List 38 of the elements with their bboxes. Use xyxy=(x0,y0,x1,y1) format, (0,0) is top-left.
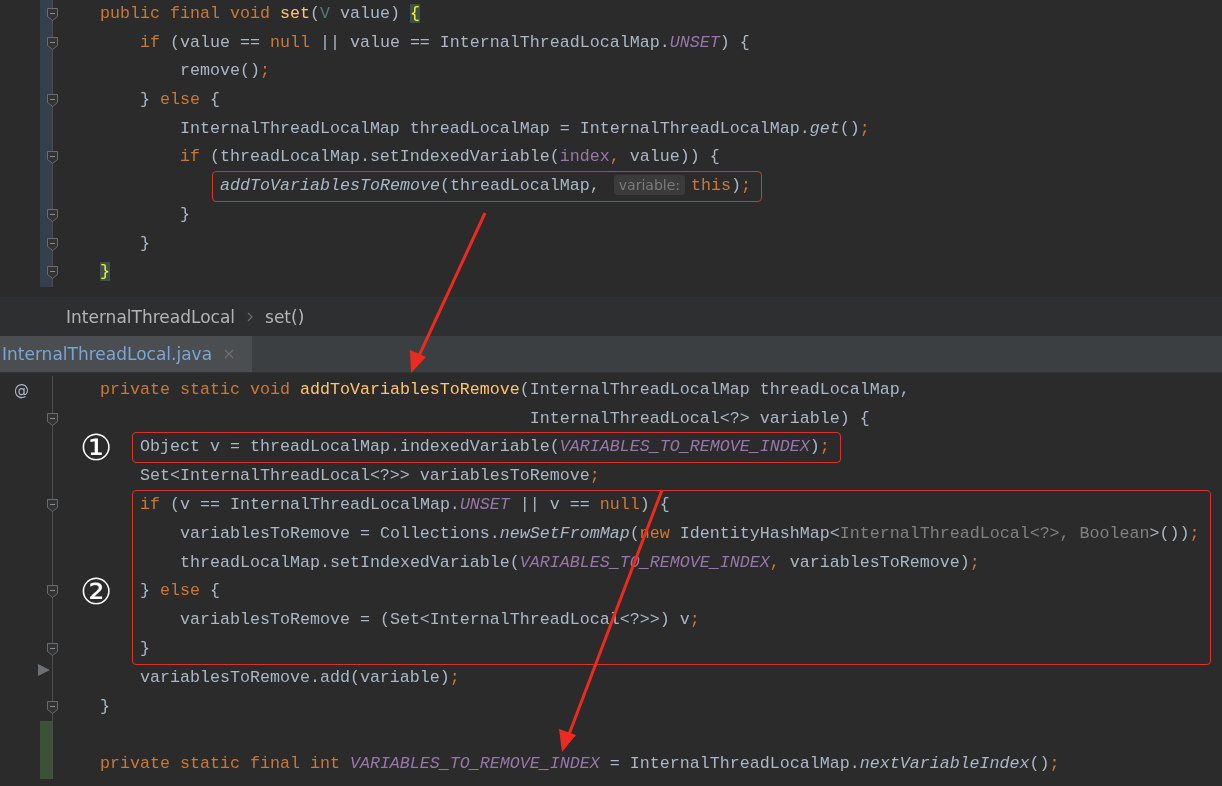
code-line: public final void set(V value) { xyxy=(100,4,420,23)
code-line: if (value == null || value == InternalThreadLocalMap.UNSET) { xyxy=(138,32,750,52)
code-line: private static final int VARIABLES_TO_REMOVE_INDEX = InternalThreadLocalMap.nextVariableIndex(); xyxy=(100,754,1060,774)
fold-icon[interactable] xyxy=(47,643,58,657)
fold-icon[interactable] xyxy=(47,208,58,222)
code-line: } else { xyxy=(140,581,220,601)
code-line: remove(); xyxy=(178,61,270,81)
callout-number: ① xyxy=(80,428,113,469)
breadcrumb-item[interactable]: InternalThreadLocal xyxy=(66,306,236,327)
code-line: } else { xyxy=(138,90,220,110)
fold-icon[interactable] xyxy=(47,700,58,714)
code-line: addToVariablesToRemove(threadLocalMap, variable: this); xyxy=(220,176,751,196)
code-line: } xyxy=(178,204,190,224)
callout-number: ② xyxy=(80,572,113,613)
code-line: } xyxy=(138,233,150,253)
fold-icon[interactable] xyxy=(47,94,58,108)
code-line: if (v == InternalThreadLocalMap.UNSET || v == null) { xyxy=(140,495,670,515)
code-line: Object v = threadLocalMap.indexedVariable(VARIABLES_TO_REMOVE_INDEX); xyxy=(140,437,830,457)
code-line: private static void addToVariablesToRemove(InternalThreadLocalMap threadLocalMap, xyxy=(100,379,910,399)
code-line: if (threadLocalMap.setIndexedVariable(index, value)) { xyxy=(178,147,720,167)
breadcrumb-item[interactable]: set() xyxy=(265,306,305,327)
fold-icon[interactable] xyxy=(47,151,58,165)
gutter-mark: @ xyxy=(14,379,29,401)
fold-icon[interactable] xyxy=(47,8,58,21)
code-line: Set<InternalThreadLocal<?>> variablesToRemove; xyxy=(138,466,600,486)
fold-icon[interactable] xyxy=(47,266,58,280)
fold-icon[interactable] xyxy=(47,499,58,513)
chevron-icon xyxy=(247,311,254,322)
code-line: InternalThreadLocalMap threadLocalMap = InternalThreadLocalMap.get(); xyxy=(178,118,870,138)
fold-icon[interactable] xyxy=(47,36,58,50)
fold-icon[interactable] xyxy=(47,237,58,251)
file-tab[interactable]: InternalThreadLocal.java xyxy=(0,335,253,372)
fold-icon[interactable] xyxy=(47,585,58,599)
code-line: variablesToRemove.add(variable); xyxy=(138,667,460,687)
fold-icon[interactable] xyxy=(47,412,58,426)
code-line: InternalThreadLocal<?> variable) { xyxy=(528,408,870,428)
code-line: } xyxy=(100,696,110,716)
code-line: } xyxy=(140,639,150,659)
